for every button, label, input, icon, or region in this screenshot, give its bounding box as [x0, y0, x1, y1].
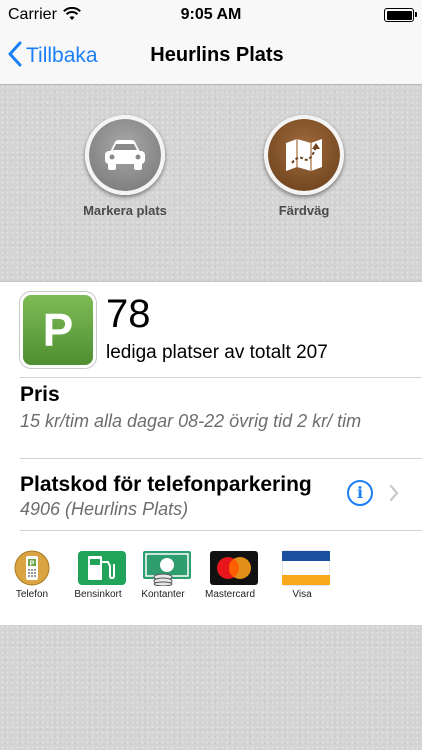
phone-code-title: Platskod för telefonparkering [20, 473, 312, 496]
car-icon [85, 115, 165, 195]
phone-payment-icon: P [12, 550, 52, 586]
parking-sign-icon: P [23, 295, 93, 365]
actions-panel: Markera plats Färdväg [0, 85, 422, 281]
mastercard-icon [210, 550, 258, 586]
status-bar: Carrier 9:05 AM [0, 0, 422, 30]
divider [20, 458, 422, 459]
route-button[interactable]: Färdväg [224, 115, 384, 218]
payment-method: Mastercard [195, 550, 265, 600]
visa-icon [281, 550, 331, 586]
mark-location-button[interactable]: Markera plats [45, 115, 205, 218]
available-spaces-label: lediga platser av totalt 207 [106, 342, 328, 363]
navigation-bar: Tillbaka Heurlins Plats [0, 30, 422, 85]
battery-icon [384, 8, 417, 22]
payment-method: Kontanter [128, 550, 198, 600]
chevron-right-icon [389, 484, 399, 507]
mark-location-label: Markera plats [83, 203, 167, 218]
payment-method-label: Telefon [15, 589, 49, 600]
parking-info-card: P 78 lediga platser av totalt 207 Pris 1… [0, 281, 422, 626]
available-spaces-count: 78 [106, 292, 151, 336]
clock: 9:05 AM [180, 6, 242, 23]
payment-method: Bensinkort [63, 550, 133, 600]
payment-method-label: Mastercard [204, 589, 255, 600]
payment-methods: P Telefon Bensinkort Kontanter Mastercar… [0, 550, 422, 610]
payment-method-label: Bensinkort [74, 589, 122, 600]
price-text: 15 kr/tim alla dagar 08-22 övrig tid 2 k… [20, 411, 362, 431]
payment-method: Visa [267, 550, 337, 600]
payment-method-label: Kontanter [141, 589, 185, 600]
map-icon [264, 115, 344, 195]
route-label: Färdväg [278, 203, 330, 218]
info-icon[interactable]: i [347, 480, 373, 506]
divider [20, 530, 422, 531]
payment-method-label: Visa [292, 589, 312, 600]
cash-icon [143, 550, 191, 587]
divider [20, 377, 422, 378]
background-panel [0, 625, 422, 750]
fuel-card-icon [78, 550, 126, 586]
svg-text:P: P [30, 561, 35, 568]
price-title: Pris [20, 383, 60, 406]
payment-method: P Telefon [0, 550, 67, 600]
page-title: Heurlins Plats [150, 44, 284, 66]
parking-sign-letter: P [42, 304, 74, 356]
phone-code-text: 4906 (Heurlins Plats) [20, 499, 189, 519]
